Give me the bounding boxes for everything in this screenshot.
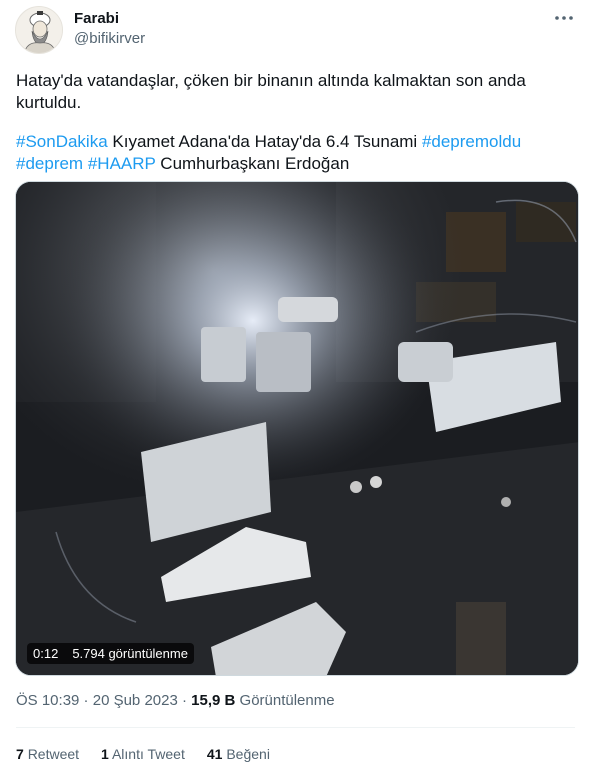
hashtag-sondakika[interactable]: #SonDakika — [16, 132, 108, 151]
tweet-time[interactable]: ÖS 10:39 — [16, 692, 79, 709]
retweets-stat[interactable]: 7 Retweet — [16, 746, 79, 762]
tweet-stats: 7 Retweet 1 Alıntı Tweet 41 Beğeni — [16, 746, 270, 762]
separator: · — [177, 692, 192, 709]
more-horizontal-icon[interactable] — [551, 8, 577, 28]
likes-stat[interactable]: 41 Beğeni — [207, 746, 270, 762]
divider — [16, 727, 575, 728]
author-handle[interactable]: @bifikirver — [74, 30, 145, 47]
retweets-label: Retweet — [27, 746, 80, 762]
views-label: Görüntülenme — [235, 692, 335, 709]
views-count: 15,9 B — [191, 692, 236, 709]
hashtag-deprem[interactable]: #deprem — [16, 154, 83, 173]
author-name[interactable]: Farabi — [74, 10, 119, 27]
likes-label: Beğeni — [226, 746, 270, 762]
quotes-label: Alıntı Tweet — [111, 746, 185, 762]
tweet-date[interactable]: 20 Şub 2023 — [93, 692, 178, 709]
video-info-badge: 0:12 5.794 görüntülenme — [27, 643, 194, 664]
video-player[interactable] — [15, 181, 579, 676]
retweets-count: 7 — [16, 746, 24, 762]
tweet-meta: ÖS 10:39 · 20 Şub 2023 · 15,9 B Görüntül… — [16, 692, 335, 709]
tweet-text: Hatay'da vatandaşlar, çöken bir binanın … — [16, 70, 576, 175]
tweet-line-1: Hatay'da vatandaşlar, çöken bir binanın … — [16, 71, 526, 112]
likes-count: 41 — [206, 746, 223, 762]
tweet-text-segment-2: Cumhurbaşkanı Erdoğan — [155, 154, 350, 173]
tweet-line-2: #SonDakika Kıyamet Adana'da Hatay'da 6.4… — [16, 131, 576, 175]
avatar[interactable] — [15, 6, 63, 54]
separator: · — [79, 692, 93, 709]
tweet-text-segment: Kıyamet Adana'da Hatay'da 6.4 Tsunami — [107, 132, 422, 151]
video-duration: 0:12 — [33, 646, 59, 661]
hashtag-haarp[interactable]: #HAARP — [88, 154, 156, 173]
quotes-stat[interactable]: 1 Alıntı Tweet — [101, 746, 185, 762]
hashtag-depremoldu[interactable]: #depremoldu — [422, 132, 521, 151]
quotes-count: 1 — [101, 746, 109, 762]
video-views: 5.794 görüntülenme — [72, 646, 188, 661]
